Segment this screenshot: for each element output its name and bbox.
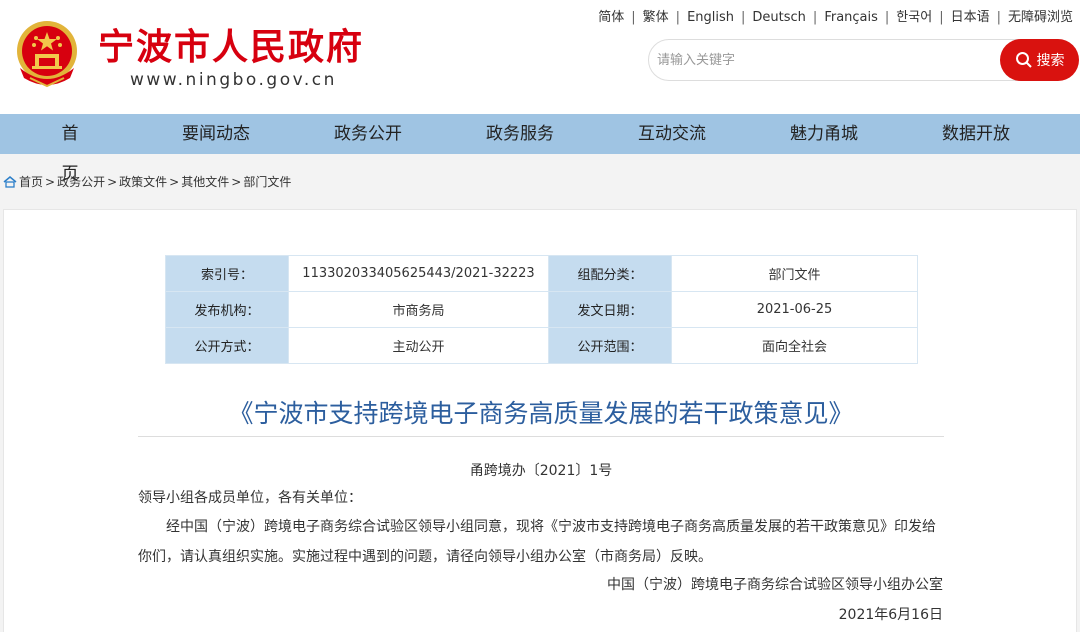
- meta-key-scope: 公开范围：: [548, 327, 672, 364]
- breadcrumb-dept-docs[interactable]: 部门文件: [243, 173, 291, 190]
- document-signature-date: 2021年6月16日: [838, 607, 943, 623]
- breadcrumb-separator: >: [45, 174, 56, 189]
- divider: [138, 436, 944, 437]
- lang-deutsch[interactable]: Deutsch: [745, 10, 813, 25]
- breadcrumb-home[interactable]: 首页: [19, 173, 43, 190]
- site-url[interactable]: www.ningbo.gov.cn: [130, 70, 337, 90]
- lang-simplified[interactable]: 简体: [591, 6, 631, 25]
- nav-item-interaction[interactable]: 互动交流: [596, 114, 748, 154]
- meta-row: 索引号： 113302033405625443/2021-32223 组配分类：…: [165, 255, 918, 292]
- lang-japanese[interactable]: 日本语: [944, 6, 997, 25]
- meta-key-date: 发文日期：: [548, 291, 672, 328]
- main-nav: 首 页 要闻动态 政务公开 政务服务 互动交流 魅力甬城 数据开放: [0, 114, 1080, 184]
- content-panel: 索引号： 113302033405625443/2021-32223 组配分类：…: [3, 209, 1077, 632]
- meta-value-disclosure: 主动公开: [288, 327, 549, 364]
- meta-key-publisher: 发布机构：: [165, 291, 289, 328]
- meta-value-publisher: 市商务局: [288, 291, 549, 328]
- breadcrumb-separator: >: [107, 174, 118, 189]
- lang-english[interactable]: English: [680, 10, 741, 25]
- nav-item-news[interactable]: 要闻动态: [140, 114, 292, 154]
- language-bar: 简体 | 繁体 | English | Deutsch | Français | 한국어 | 日本语 | 无…: [591, 6, 1080, 25]
- breadcrumb-gov-affairs-open[interactable]: 政务公开: [57, 173, 105, 190]
- document-meta-table: 索引号： 113302033405625443/2021-32223 组配分类：…: [165, 255, 918, 364]
- nav-item-gov-affairs-open[interactable]: 政务公开: [292, 114, 444, 154]
- nav-item-home[interactable]: 首 页: [0, 114, 140, 184]
- breadcrumb-separator: >: [231, 174, 242, 189]
- home-icon: [3, 175, 17, 188]
- meta-value-category: 部门文件: [671, 255, 918, 292]
- nav-item-charm-city[interactable]: 魅力甬城: [748, 114, 900, 154]
- meta-key-disclosure: 公开方式：: [165, 327, 289, 364]
- site-title[interactable]: 宁波市人民政府: [98, 18, 364, 70]
- search-input[interactable]: [657, 46, 987, 74]
- breadcrumb-other-docs[interactable]: 其他文件: [181, 173, 229, 190]
- meta-value-scope: 面向全社会: [671, 327, 918, 364]
- meta-key-index: 索引号：: [165, 255, 289, 292]
- meta-key-category: 组配分类：: [548, 255, 672, 292]
- meta-row: 发布机构： 市商务局 发文日期： 2021-06-25: [165, 291, 918, 328]
- nav-item-gov-services[interactable]: 政务服务: [444, 114, 596, 154]
- breadcrumb: 首页 > 政务公开 > 政策文件 > 其他文件 > 部门文件: [3, 173, 291, 190]
- site-header: 宁波市人民政府 www.ningbo.gov.cn 简体 | 繁体 | English |…: [0, 0, 1080, 114]
- document-number: 甬跨境办〔2021〕1号: [469, 463, 613, 479]
- meta-value-index: 113302033405625443/2021-32223: [288, 255, 549, 292]
- meta-row: 公开方式： 主动公开 公开范围： 面向全社会: [165, 327, 918, 364]
- lang-traditional[interactable]: 繁体: [636, 6, 676, 25]
- search-button[interactable]: 搜索: [1000, 39, 1079, 81]
- breadcrumb-separator: >: [169, 174, 180, 189]
- national-emblem-icon[interactable]: [12, 18, 82, 88]
- breadcrumb-policy-docs[interactable]: 政策文件: [119, 173, 167, 190]
- search-icon: [1015, 52, 1032, 68]
- lang-accessible[interactable]: 无障碍浏览: [1001, 6, 1080, 25]
- lang-francais[interactable]: Français: [817, 10, 885, 25]
- document-signature-org: 中国（宁波）跨境电子商务综合试验区领导小组办公室: [607, 577, 943, 593]
- lang-korean[interactable]: 한국어: [889, 6, 939, 25]
- search-button-label: 搜索: [1036, 53, 1065, 69]
- document-salutation: 领导小组各成员单位，各有关单位：: [138, 490, 362, 506]
- nav-item-open-data[interactable]: 数据开放: [900, 114, 1052, 154]
- document-body: 经中国（宁波）跨境电子商务综合试验区领导小组同意，现将《宁波市支持跨境电子商务高…: [138, 519, 936, 565]
- meta-value-date: 2021-06-25: [671, 291, 918, 328]
- document-title: 《宁波市支持跨境电子商务高质量发展的若干政策意见》: [228, 399, 854, 428]
